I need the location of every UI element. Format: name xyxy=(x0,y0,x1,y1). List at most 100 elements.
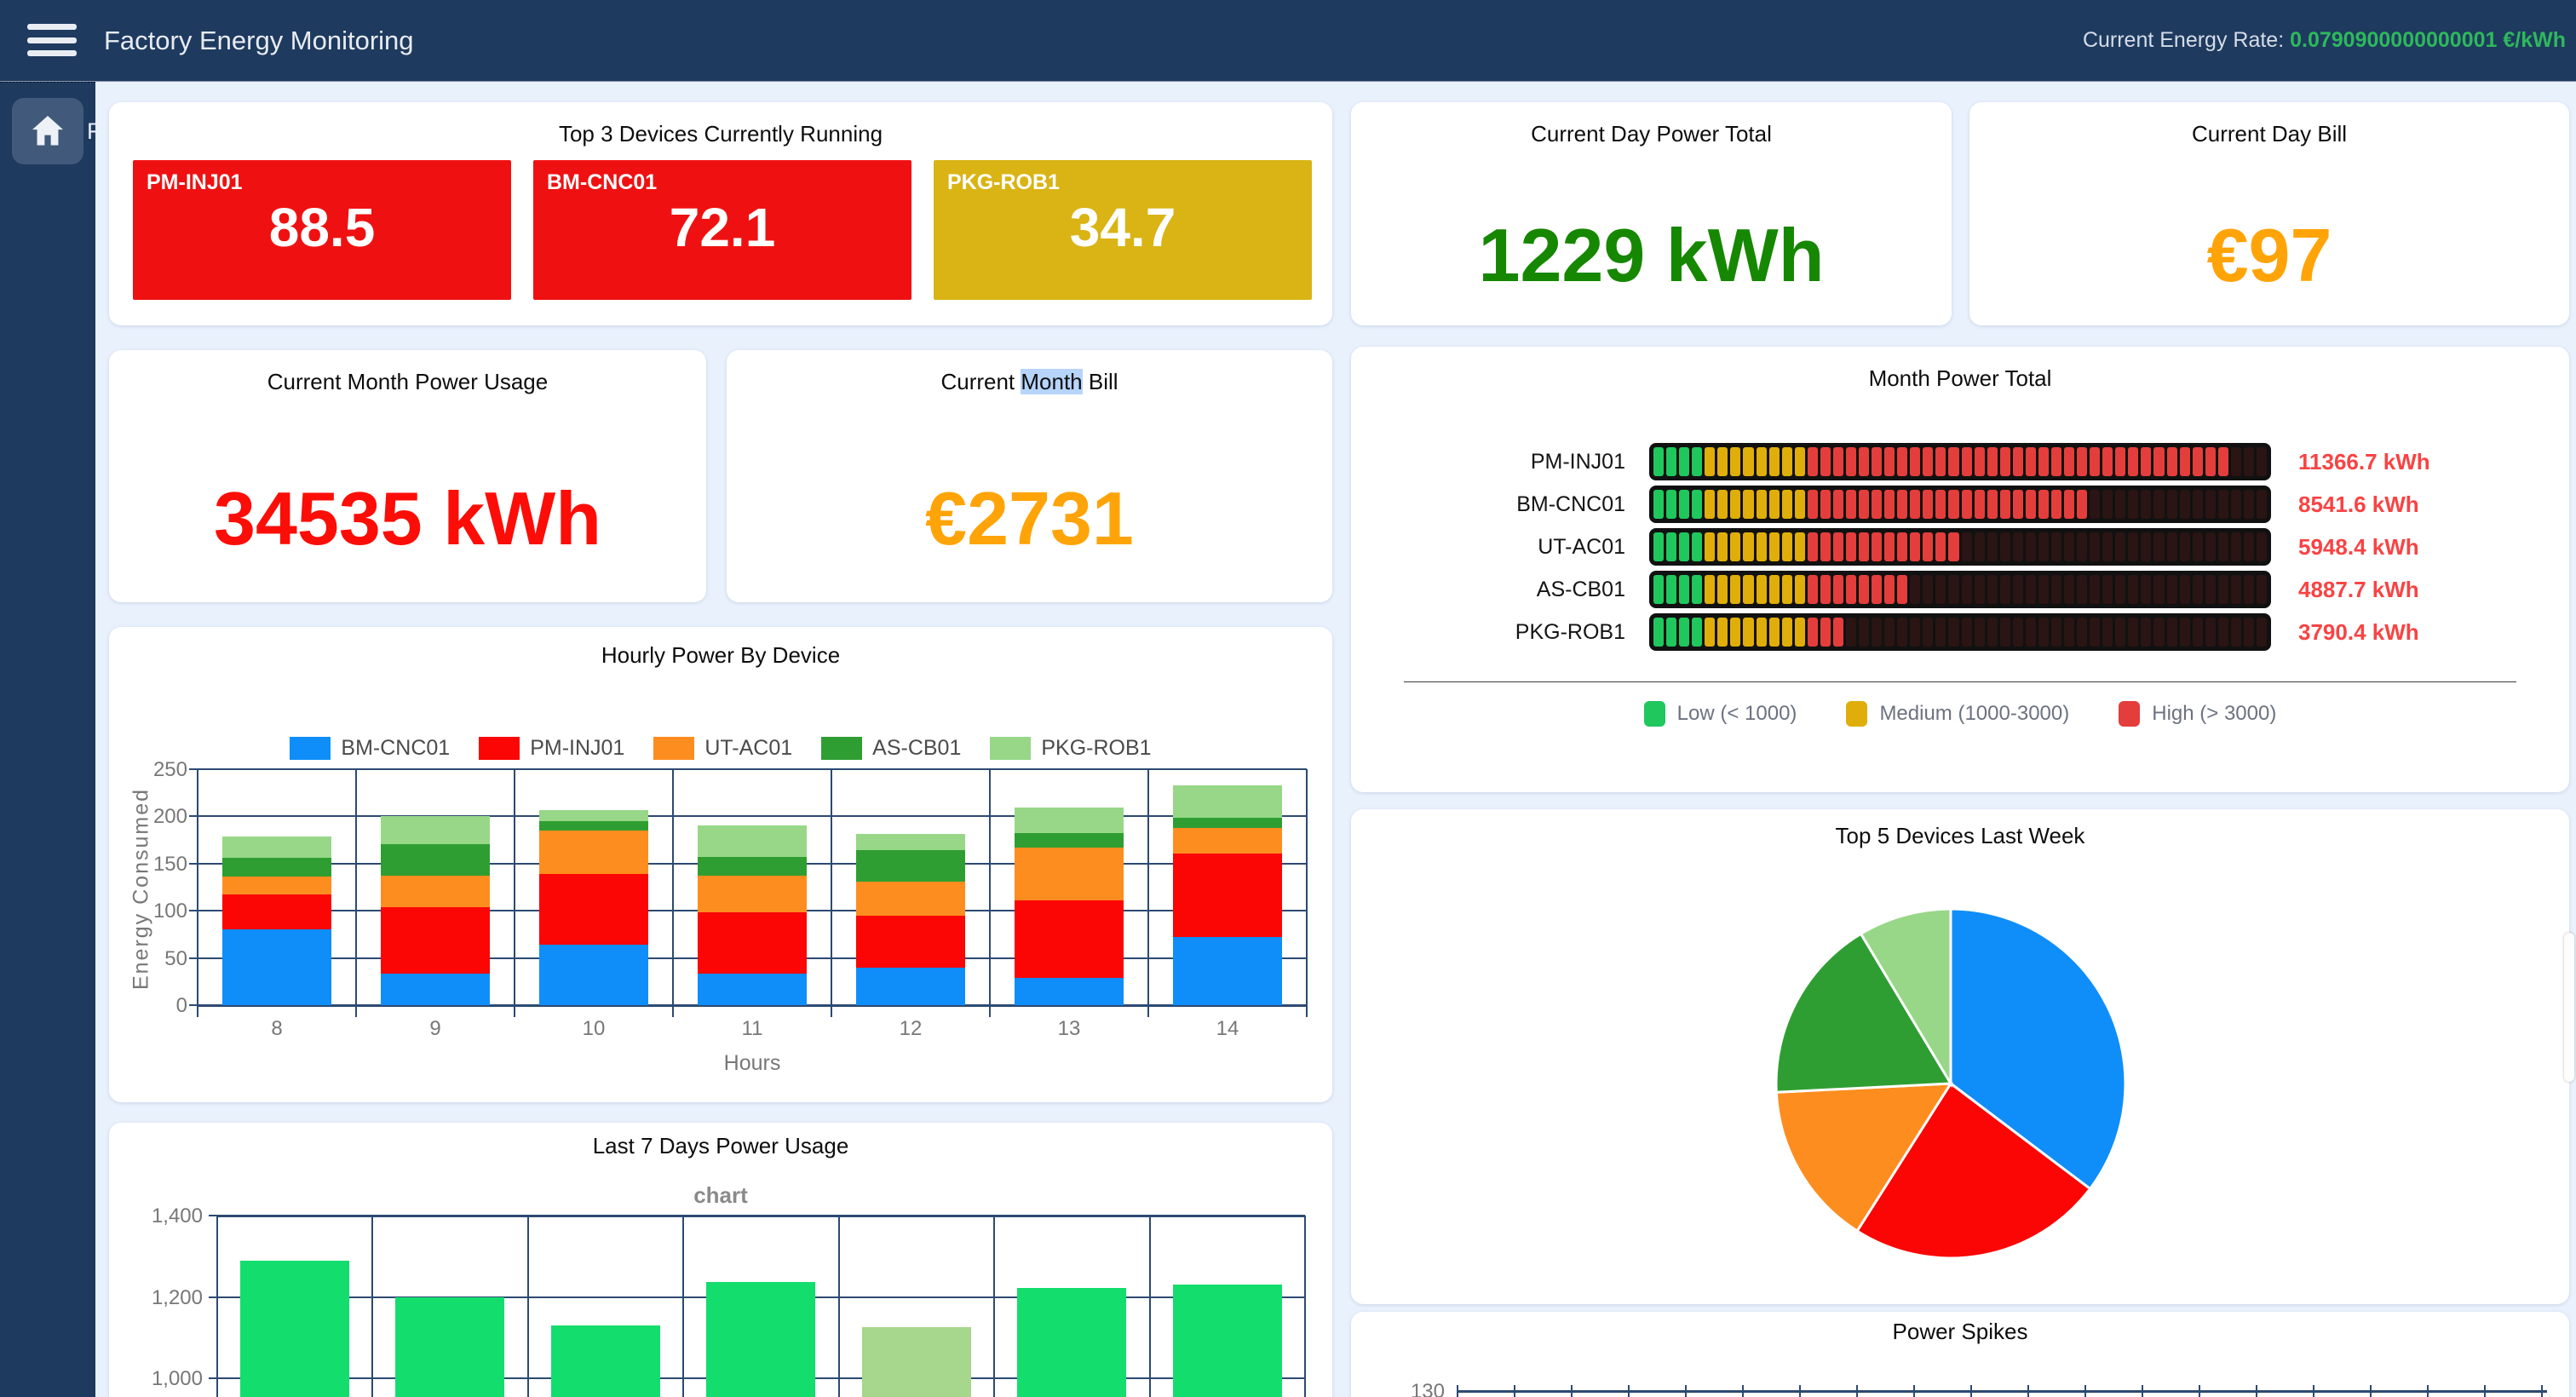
gauge-segment xyxy=(2115,618,2125,647)
gauge-segment xyxy=(1666,532,1676,561)
gauge-segment xyxy=(1808,447,1818,476)
gauge-segment xyxy=(2205,447,2216,476)
spikes-tick-7 xyxy=(1856,1385,1858,1397)
hamburger-menu-icon[interactable] xyxy=(27,20,77,60)
xtick-mark xyxy=(831,1005,832,1017)
bar-12-AS-CB01 xyxy=(856,850,965,882)
gauge-segment xyxy=(2051,447,2061,476)
gauge-segment xyxy=(1679,575,1689,604)
gridline-x-6 xyxy=(1149,1216,1151,1397)
gauge-segment xyxy=(1820,490,1831,519)
card-title-power-spikes: Power Spikes xyxy=(1351,1319,2569,1345)
gauge-segment xyxy=(1897,490,1907,519)
gauge-segment xyxy=(1846,575,1856,604)
gauge-segment xyxy=(2090,618,2100,647)
gauge-segment xyxy=(1846,490,1856,519)
device-tile-value: 88.5 xyxy=(133,196,511,259)
gauge-segment xyxy=(1795,575,1805,604)
gauge-segment xyxy=(1717,532,1728,561)
gauge-bar-BM-CNC01 xyxy=(1649,486,2271,523)
device-tile-name: PM-INJ01 xyxy=(147,170,243,195)
device-tile-PKG-ROB1: PKG-ROB134.7 xyxy=(934,160,1312,300)
gauge-segment xyxy=(1717,575,1728,604)
gauge-row-PKG-ROB1: PKG-ROB13790.4 kWh xyxy=(1351,611,2419,653)
bar-14-UT-AC01 xyxy=(1173,828,1282,854)
gauge-segment xyxy=(2153,532,2164,561)
gauge-segment xyxy=(2244,490,2254,519)
card-title-month-bill: Current Month Bill xyxy=(727,369,1332,395)
gauge-segment xyxy=(1910,618,1920,647)
gauge-segment xyxy=(1666,447,1676,476)
gauge-segment xyxy=(1923,618,1933,647)
sidebar-item-home[interactable] xyxy=(12,98,83,164)
bar-11-AS-CB01 xyxy=(698,857,807,876)
month-bill-value: €2731 xyxy=(727,476,1332,561)
gauge-segment xyxy=(1859,447,1869,476)
bar-14-AS-CB01 xyxy=(1173,818,1282,828)
gauge-segment xyxy=(2257,618,2267,647)
gauge-segment xyxy=(1987,618,1998,647)
gauge-segment xyxy=(2153,490,2164,519)
xtick-label-13: 13 xyxy=(990,1017,1148,1041)
bar-13-PKG-ROB1 xyxy=(1015,808,1124,833)
spikes-tick-5 xyxy=(1742,1385,1744,1397)
gauge-segment xyxy=(1910,447,1920,476)
card-title-top-devices: Top 3 Devices Currently Running xyxy=(109,121,1332,147)
gauge-segment xyxy=(2141,532,2151,561)
gridline-x-3 xyxy=(682,1216,684,1397)
month-bill-title-post: Bill xyxy=(1083,369,1118,394)
gauge-segment xyxy=(1666,575,1676,604)
scrollbar-thumb[interactable] xyxy=(2564,933,2574,1082)
gauge-segment xyxy=(1653,490,1664,519)
gauge-segment xyxy=(2167,447,2177,476)
spikes-tick-18 xyxy=(2484,1385,2486,1397)
gauge-segment xyxy=(1653,447,1664,476)
bar-13-AS-CB01 xyxy=(1015,833,1124,848)
gauge-segment xyxy=(1962,490,1972,519)
spikes-tick-17 xyxy=(2427,1385,2429,1397)
gauge-segment xyxy=(1923,532,1933,561)
gauge-segment xyxy=(2205,618,2216,647)
bar-10-BM-CNC01 xyxy=(539,945,648,1005)
gauge-segment xyxy=(2180,618,2190,647)
last7-bar-7 xyxy=(1173,1285,1282,1397)
gauge-segment xyxy=(2013,618,2023,647)
gauge-device-label: BM-CNC01 xyxy=(1351,492,1649,517)
gauge-segment xyxy=(1975,490,1985,519)
gauge-segment xyxy=(2077,575,2087,604)
gauge-segment xyxy=(2090,532,2100,561)
gauge-segment xyxy=(2077,618,2087,647)
spikes-tick-11 xyxy=(2084,1385,2086,1397)
bar-11-PM-INJ01 xyxy=(698,912,807,974)
card-top5-week: Top 5 Devices Last Week xyxy=(1351,809,2569,1304)
gauge-segment xyxy=(2218,490,2228,519)
bar-8-AS-CB01 xyxy=(222,858,331,877)
gauge-value-label: 8541.6 kWh xyxy=(2298,492,2419,518)
gridline-x-5 xyxy=(989,769,991,1005)
gauge-value-label: 11366.7 kWh xyxy=(2298,449,2430,475)
gauge-segment xyxy=(2128,532,2138,561)
gauge-row-AS-CB01: AS-CB014887.7 kWh xyxy=(1351,568,2419,611)
gauge-segment xyxy=(1717,618,1728,647)
last7-bar-1 xyxy=(240,1261,349,1397)
gauge-segment xyxy=(1808,532,1818,561)
gauge-segment xyxy=(2153,575,2164,604)
gauge-segment xyxy=(2115,447,2125,476)
gauge-segment xyxy=(2038,575,2049,604)
gauge-segment xyxy=(1820,618,1831,647)
gauge-segment xyxy=(2128,447,2138,476)
gauge-segment xyxy=(1948,618,1958,647)
gauge-segment xyxy=(1859,532,1869,561)
dashboard: Factory Energy Monitoring Current Energy… xyxy=(0,0,2576,1397)
gauge-segment xyxy=(1743,618,1753,647)
gauge-segment xyxy=(2167,490,2177,519)
gridline-x-0 xyxy=(197,769,198,1005)
gauge-segment xyxy=(2064,490,2074,519)
bar-9-PM-INJ01 xyxy=(381,907,490,974)
energy-rate-unit: €/kWh xyxy=(2497,28,2566,52)
bar-9-PKG-ROB1 xyxy=(381,816,490,843)
gridline-x-3 xyxy=(672,769,674,1005)
bar-8-BM-CNC01 xyxy=(222,929,331,1005)
last7-bar-5 xyxy=(862,1327,971,1397)
gauge-segment xyxy=(2102,532,2113,561)
